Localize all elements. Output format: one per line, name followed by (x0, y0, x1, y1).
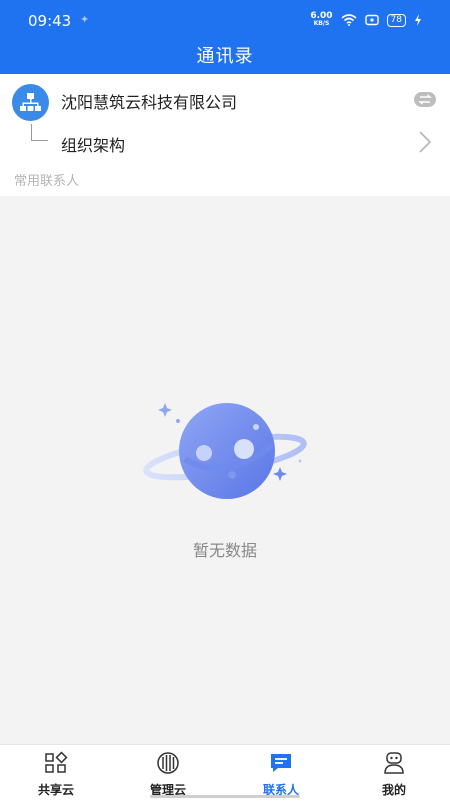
bottom-tab-bar: 共享云 管理云 联系人 我的 (0, 744, 450, 801)
empty-state-text: 暂无数据 (192, 541, 257, 560)
tab-contacts[interactable]: 联系人 (225, 745, 337, 801)
status-time: 09:43 (28, 12, 72, 30)
home-indicator (150, 795, 300, 798)
frequent-contacts-label: 常用联系人 (14, 174, 80, 189)
empty-planet-illustration (143, 403, 307, 499)
net-speed-value: 6.00 (310, 11, 333, 21)
tab-label: 共享云 (37, 783, 74, 797)
company-name: 沈阳慧筑云科技有限公司 (61, 93, 238, 112)
notification-icon: ✦ (80, 13, 90, 26)
manage-cloud-icon (157, 752, 179, 774)
tab-profile[interactable]: 我的 (338, 745, 450, 801)
battery-indicator: 78 (386, 13, 406, 27)
contacts-panel: 沈阳慧筑云科技有限公司 组织架构 常用联系人 (0, 74, 450, 196)
net-speed: 6.00 KB/S (310, 12, 332, 28)
net-speed-unit: KB/S (313, 20, 330, 27)
shared-cloud-icon (45, 751, 68, 773)
screen-record-icon (364, 14, 379, 26)
wifi-icon (341, 14, 357, 26)
org-structure-label: 组织架构 (61, 136, 126, 155)
chevron-right-icon (419, 131, 432, 153)
header: 09:43 ✦ 6.00 KB/S 78 通讯录 (0, 0, 450, 74)
status-indicators: 6.00 KB/S 78 (310, 12, 422, 28)
tab-shared-cloud[interactable]: 共享云 (0, 745, 112, 801)
tab-manage-cloud[interactable]: 管理云 (112, 745, 224, 801)
switch-company-icon[interactable] (414, 92, 436, 107)
status-bar: 09:43 ✦ 6.00 KB/S 78 (0, 0, 450, 36)
tree-connector (31, 124, 48, 141)
company-row[interactable]: 沈阳慧筑云科技有限公司 (0, 74, 450, 124)
page-title: 通讯录 (196, 46, 254, 67)
tab-label: 我的 (381, 783, 406, 797)
profile-icon (384, 752, 404, 774)
contacts-icon (271, 754, 291, 772)
charging-icon (415, 14, 421, 26)
org-structure-row[interactable]: 组织架构 (0, 124, 450, 164)
org-chart-icon (12, 84, 49, 121)
